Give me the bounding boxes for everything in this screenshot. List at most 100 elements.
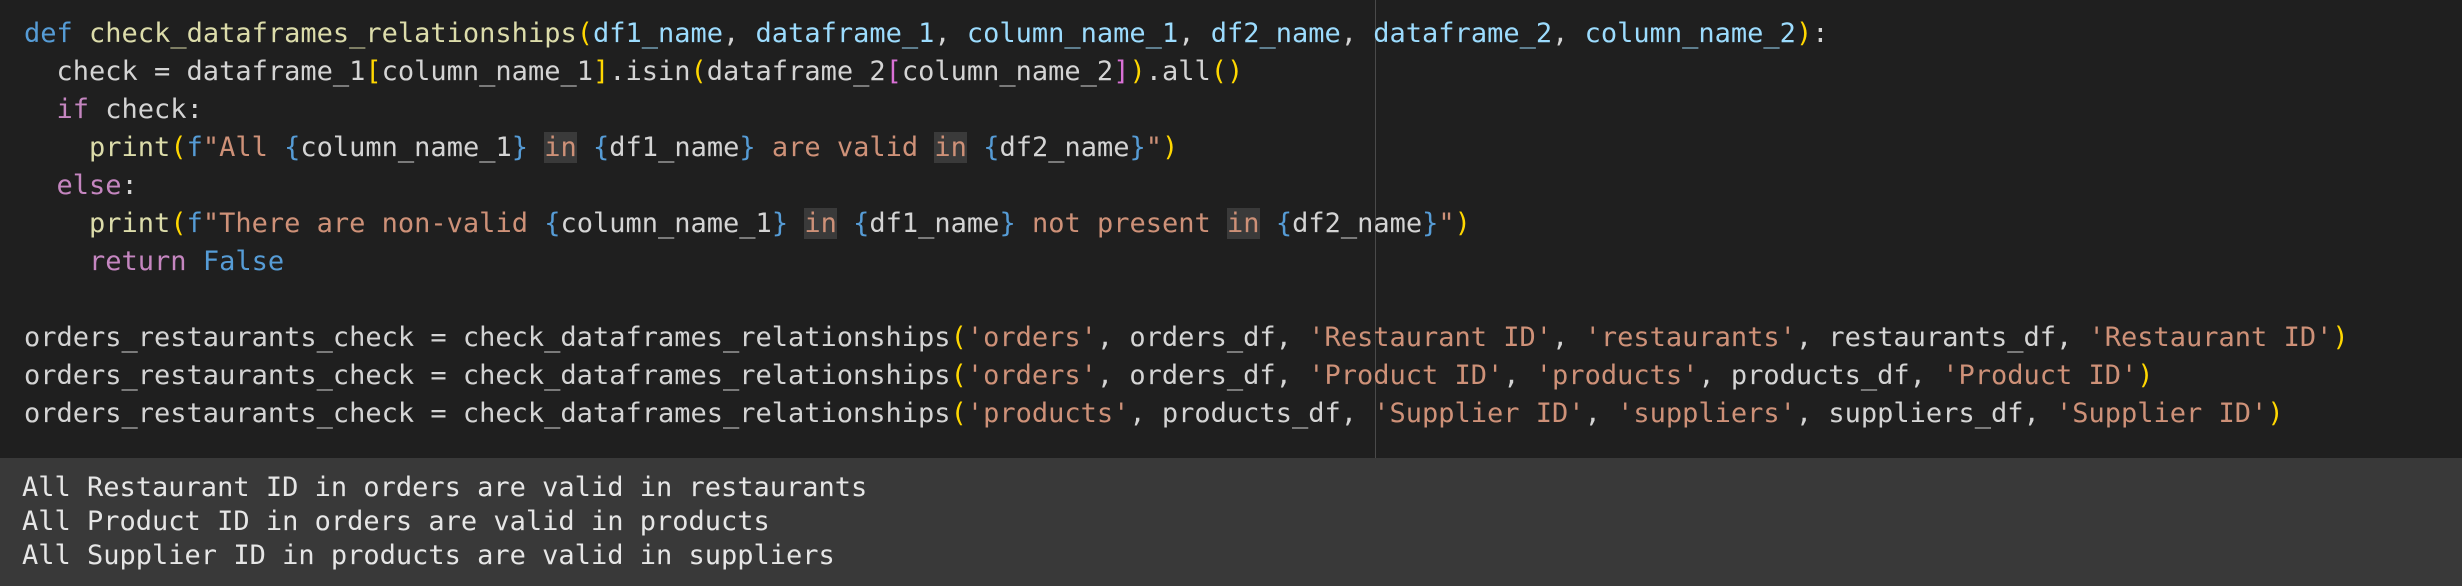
code-token: 'Restaurant ID': [2088, 322, 2333, 353]
output-line: All Product ID in orders are valid in pr…: [22, 506, 770, 537]
code-token: ): [2267, 398, 2284, 429]
code-token: column_name_2: [901, 56, 1114, 87]
output-lines: All Restaurant ID in orders are valid in…: [22, 471, 867, 573]
code-token: 'Product ID': [1942, 360, 2138, 391]
code-token: ): [1795, 18, 1813, 49]
code-token: .all: [1145, 56, 1211, 87]
code-token: return: [89, 246, 187, 277]
code-token: ,: [1503, 360, 1536, 391]
code-token: column_name_1: [966, 18, 1179, 49]
code-token: df1_name: [609, 132, 740, 163]
code-token: column_name_1: [560, 208, 772, 239]
code-token: ,: [1552, 18, 1585, 49]
code-token: df1_name: [869, 208, 1000, 239]
code-token: , products_df,: [1698, 360, 1943, 391]
code-token: orders_restaurants_check = check_datafra…: [24, 322, 951, 353]
code-token: {: [983, 132, 1000, 163]
code-line[interactable]: orders_restaurants_check = check_datafra…: [24, 319, 2349, 357]
code-token: in: [544, 132, 577, 163]
code-token: print: [89, 208, 171, 239]
code-token: , suppliers_df,: [1795, 398, 2056, 429]
code-token: orders_restaurants_check = check_datafra…: [24, 360, 951, 391]
code-token: check_dataframes_relationships: [89, 18, 577, 49]
code-lines: def check_dataframes_relationships ( df1_n…: [24, 15, 2349, 433]
code-token: 'orders': [966, 360, 1097, 391]
code-token: , products_df,: [1129, 398, 1374, 429]
code-token: 'orders': [966, 322, 1097, 353]
code-token: else: [56, 170, 122, 201]
code-token: (: [690, 56, 707, 87]
code-line[interactable]: return False: [24, 243, 2349, 281]
code-token: def: [24, 18, 73, 49]
output-line: All Restaurant ID in orders are valid in…: [22, 472, 868, 503]
code-token: ,: [1584, 398, 1618, 429]
code-token: print: [89, 132, 171, 163]
code-token: 'Restaurant ID': [1308, 322, 1553, 353]
code-token: in: [804, 208, 837, 239]
code-token: }: [739, 132, 756, 163]
code-token: ): [2332, 322, 2349, 353]
code-token: 'Supplier ID': [1373, 398, 1585, 429]
code-token: (: [170, 208, 187, 239]
output-line: All Supplier ID in products are valid in…: [22, 540, 835, 571]
code-line[interactable]: print(f"There are non-valid {column_name…: [24, 205, 2349, 243]
code-token: column_name_1: [300, 132, 512, 163]
code-token: (: [950, 398, 967, 429]
code-token: ): [1162, 132, 1179, 163]
code-token: {: [544, 208, 561, 239]
code-token: ): [2137, 360, 2154, 391]
code-token: {: [1275, 208, 1293, 239]
code-token: 'Supplier ID': [2055, 398, 2268, 429]
code-token: [: [885, 56, 902, 87]
cell-output: All Restaurant ID in orders are valid in…: [0, 458, 2462, 586]
code-token: dataframe_1: [755, 18, 935, 49]
code-token: check = dataframe_1: [24, 56, 366, 87]
code-token: (: [950, 360, 967, 391]
code-token: orders_restaurants_check = check_datafra…: [24, 398, 951, 429]
code-token: column_name_2: [1584, 18, 1796, 49]
code-token: }: [999, 208, 1016, 239]
code-token: 'products': [966, 398, 1130, 429]
code-token: (: [950, 322, 967, 353]
code-line[interactable]: orders_restaurants_check = check_datafra…: [24, 357, 2349, 395]
code-token: dataframe_2: [706, 56, 886, 87]
code-token: {: [284, 132, 301, 163]
code-token: df2_name: [1292, 208, 1423, 239]
code-token: ,: [1178, 18, 1211, 49]
code-token: 'products': [1535, 360, 1699, 391]
code-line[interactable]: else:: [24, 167, 2349, 205]
code-token: ": [1145, 132, 1163, 163]
code-editor[interactable]: def check_dataframes_relationships ( df1_n…: [0, 0, 2462, 458]
code-line[interactable]: if check:: [24, 91, 2349, 129]
code-token: , orders_df,: [1096, 322, 1309, 353]
code-token: f: [186, 208, 203, 239]
code-token: df2_name: [1210, 18, 1341, 49]
code-line[interactable]: orders_restaurants_check = check_datafra…: [24, 395, 2349, 433]
code-token: .isin: [609, 56, 691, 87]
code-token: {: [593, 132, 610, 163]
code-token: df1_name: [592, 18, 724, 49]
code-token: :: [121, 170, 138, 201]
code-token: ): [1129, 56, 1146, 87]
code-line[interactable]: def check_dataframes_relationships(df1_n…: [24, 15, 2349, 53]
code-line[interactable]: [24, 281, 2349, 319]
code-token: dataframe_2: [1373, 18, 1553, 49]
code-token: {: [853, 208, 870, 239]
code-token: 'restaurants': [1584, 322, 1796, 353]
code-token: , restaurants_df,: [1795, 322, 2089, 353]
code-token: ]: [592, 56, 610, 87]
code-line[interactable]: print(f"All {column_name_1} in {df1_name…: [24, 129, 2349, 167]
code-token: f: [186, 132, 203, 163]
code-line[interactable]: check = dataframe_1[column_name_1].isin(…: [24, 53, 2349, 91]
